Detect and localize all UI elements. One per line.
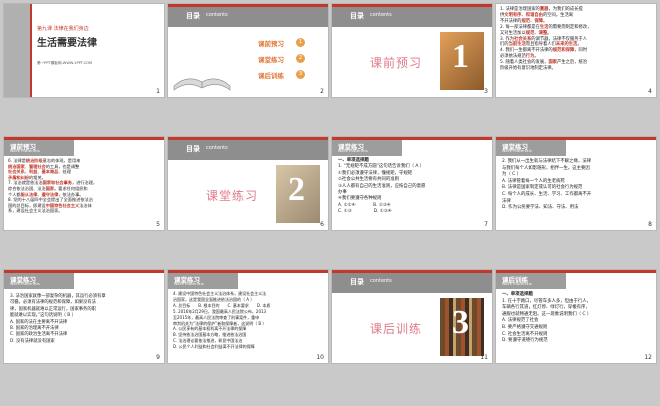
slide-thumbnail-5[interactable]: 课前预习 Work materials 6. 法律是统治阶级意志的体现，是用来 统… bbox=[4, 137, 164, 230]
slide-number: 7 bbox=[484, 221, 488, 228]
toc-item-1: 课前预习 bbox=[258, 40, 284, 48]
section-number: 1 bbox=[452, 38, 469, 75]
slide-text: 4. 建设中国特色社会主义法治体系，建设社会主义法 治国家，这是我国全面推进依法… bbox=[173, 291, 271, 350]
slide-thumbnail-9[interactable]: 课堂练习 Work materials 3. 法治国家就像一部复杂的机器，其运行必… bbox=[4, 270, 164, 363]
section-header: 课前预习 Work materials bbox=[4, 140, 74, 156]
slide-number: 3 bbox=[484, 88, 488, 95]
slide-thumbnail-8[interactable]: 课堂练习 Work materials 2. 我们从一出生就与法律结下不解之缘，法… bbox=[496, 137, 656, 230]
toc-head-en: contents bbox=[370, 278, 392, 284]
slide-number: 8 bbox=[648, 221, 652, 228]
section-title: 课后训练 bbox=[370, 322, 423, 336]
slide-number: 12 bbox=[644, 354, 652, 361]
slide-thumbnail-2[interactable]: 目录 contents 课前预习 1 课堂练习 2 课后训练 3 2 bbox=[168, 4, 328, 97]
slide-number: 6 bbox=[320, 221, 324, 228]
slide-thumbnail-3[interactable]: 目录 contents 课前预习 1 3 bbox=[332, 4, 492, 97]
section-header: 课堂练习 Work materials bbox=[4, 273, 74, 289]
slide-thumbnail-7[interactable]: 课堂练习 Work materials 一、单项选择题 1. “无规矩不成方圆”这… bbox=[332, 137, 492, 230]
toc-head: 目录 bbox=[350, 12, 364, 20]
toc-badge-3: 3 bbox=[296, 70, 305, 79]
slide-title: 生活需要法律 bbox=[37, 38, 97, 49]
slide-footer: 第一PPT模板网-WWW.1PPT.COM bbox=[37, 61, 93, 65]
section-header: 课堂练习 Work materials bbox=[496, 140, 566, 156]
slide-number: 2 bbox=[320, 88, 324, 95]
section-title: 课堂练习 bbox=[206, 189, 259, 203]
slide-thumbnail-4[interactable]: 1. 法律是治理国家的重器，为我们的成长提 供文明有序、和谐自由的空间。生活离 … bbox=[496, 4, 656, 97]
section-header: 课堂练习 Work materials bbox=[332, 140, 402, 156]
toc-badge-1: 1 bbox=[296, 38, 305, 47]
book-image bbox=[173, 78, 231, 91]
slide-number: 11 bbox=[480, 354, 488, 361]
slide-thumbnail-11[interactable]: 目录 contents 课后训练 3 11 bbox=[332, 270, 492, 363]
side-band bbox=[4, 4, 30, 97]
side-accent bbox=[30, 4, 32, 97]
slide-thumbnail-10[interactable]: 课堂练习 Work materials 4. 建设中国特色社会主义法治体系，建设社… bbox=[168, 270, 328, 363]
slide-text: 一、单项选择题 1. 在十字路口，尽管车多人多，但由于行人， 车辆各行其道，红灯… bbox=[502, 292, 592, 344]
slide-text: 6. 法律是统治阶级意志的体现，是用来 统治国家、管理社会的工具，也是调整 社会… bbox=[8, 158, 98, 214]
section-number: 3 bbox=[452, 304, 469, 341]
section-header: 课后训练 Work materials bbox=[496, 273, 566, 289]
toc-head-en: contents bbox=[206, 12, 228, 18]
toc-badge-2: 2 bbox=[296, 54, 305, 63]
header-bar: 目录 contents bbox=[332, 273, 492, 293]
header-bar: 目录 contents bbox=[168, 140, 328, 160]
slide-number: 4 bbox=[648, 88, 652, 95]
section-header: 课堂练习 Work materials bbox=[168, 273, 238, 289]
lesson-label: 第九课 法律在我们身边 bbox=[37, 26, 89, 32]
slide-text: 3. 法治国家就像一部复杂的机器，其运行必须有章 可循。必须有法律的规范和保障，… bbox=[10, 294, 106, 344]
section-number: 2 bbox=[288, 171, 305, 208]
toc-head-en: contents bbox=[206, 145, 228, 151]
header-bar: 目录 contents bbox=[168, 7, 328, 27]
section-title: 课前预习 bbox=[370, 56, 423, 70]
slide-number: 9 bbox=[156, 354, 160, 361]
toc-head: 目录 bbox=[350, 278, 364, 286]
header-bar: 目录 contents bbox=[332, 7, 492, 27]
slide-number: 10 bbox=[316, 354, 324, 361]
toc-head: 目录 bbox=[186, 145, 200, 153]
slide-thumbnail-6[interactable]: 目录 contents 课堂练习 2 6 bbox=[168, 137, 328, 230]
toc-item-2: 课堂练习 bbox=[258, 56, 284, 64]
slide-number: 5 bbox=[156, 221, 160, 228]
slide-thumbnail-1[interactable]: 第九课 法律在我们身边 生活需要法律 第一PPT模板网-WWW.1PPT.COM… bbox=[4, 4, 164, 97]
toc-item-3: 课后训练 bbox=[258, 72, 284, 80]
toc-head-en: contents bbox=[370, 12, 392, 18]
slide-thumbnail-12[interactable]: 课后训练 Work materials 一、单项选择题 1. 在十字路口，尽管车多… bbox=[496, 270, 656, 363]
slide-text: 1. 法律是治理国家的重器，为我们的成长提 供文明有序、和谐自由的空间。生活离 … bbox=[500, 7, 592, 72]
slide-text: 2. 我们从一出生就与法律结下不解之缘，法律 与我们每个人如影随形，相伴一生。这… bbox=[502, 159, 592, 211]
slide-text: 一、单项选择题 1. “无规矩不成方圆”这句话告诉我们（ A ） ①我们必须遵守… bbox=[338, 158, 426, 215]
slide-number: 1 bbox=[156, 88, 160, 95]
toc-head: 目录 bbox=[186, 12, 200, 20]
